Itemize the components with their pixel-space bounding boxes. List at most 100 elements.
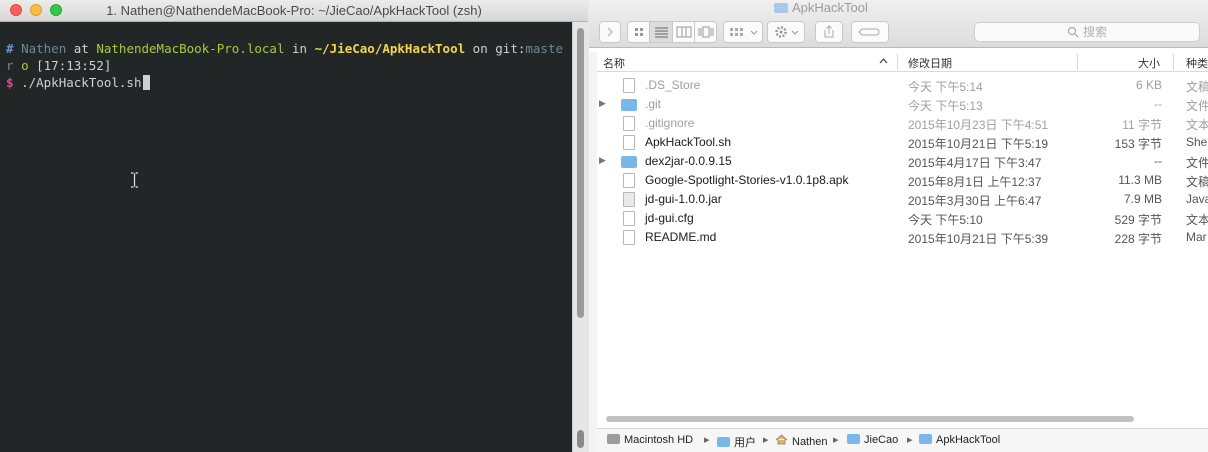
path-item-users[interactable]: 用户 [717,434,756,450]
document-icon [623,173,635,188]
prompt-hash: # [6,41,14,56]
chevron-right-icon [607,27,613,37]
grid-icon [635,28,643,36]
terminal-output[interactable]: # Nathen at NathendeMacBook-Pro.local in… [0,22,572,452]
prompt-on: on [472,41,488,56]
coverflow-view-button[interactable] [695,22,717,42]
file-date: 今天 下午5:13 [908,99,983,113]
disclosure-triangle-icon[interactable]: ▶ [599,98,606,109]
finder-left-edge [589,52,597,452]
file-kind: 文本 [1186,213,1208,227]
file-date: 2015年4月17日 下午3:47 [908,156,1042,170]
home-icon [775,434,788,448]
file-date: 2015年10月21日 下午5:39 [908,232,1049,246]
file-date: 今天 下午5:14 [908,80,983,94]
file-row[interactable]: jd-gui.cfg 今天 下午5:10 529 字节 文本 [597,209,1208,228]
coverflow-icon [698,26,714,38]
search-placeholder: 搜索 [1082,25,1107,39]
share-icon [824,25,834,38]
terminal-title: 1. Nathen@NathendeMacBook-Pro: ~/JieCao/… [106,3,482,18]
terminal-scrollbar[interactable] [572,22,588,452]
path-item-macintosh-hd[interactable]: Macintosh HD [607,434,693,446]
ibeam-cursor-icon [131,172,138,188]
terminal-scroll-thumb[interactable] [577,28,584,318]
file-row[interactable]: ▶ dex2jar-0.0.9.15 2015年4月17日 下午3:47 -- 文件 [597,152,1208,171]
file-date: 今天 下午5:10 [908,213,983,227]
horizontal-scroll-thumb[interactable] [606,416,1134,422]
horizontal-scrollbar[interactable] [596,416,1208,423]
column-header-size[interactable]: 大小 [1138,55,1160,71]
file-kind: 文本 [1186,118,1208,132]
file-size: 11.3 MB [1118,173,1162,187]
search-field[interactable]: 搜索 [974,22,1200,42]
path-item-apkhacktool[interactable]: ApkHackTool [919,434,1000,446]
columns-icon [676,26,692,38]
terminal-titlebar[interactable]: 1. Nathen@NathendeMacBook-Pro: ~/JieCao/… [0,0,588,22]
folder-icon [774,3,788,13]
path-separator-icon: ▸ [763,434,769,446]
finder-window: ApkHackTool 搜索 名称 修改日期 大小 种类 .DS_Store 今… [589,0,1208,452]
column-divider[interactable] [1173,54,1174,70]
document-icon [623,78,635,93]
file-row[interactable]: Google-Spotlight-Stories-v1.0.1p8.apk 201… [597,171,1208,190]
hard-drive-icon [607,434,620,444]
document-icon [623,135,635,150]
column-header-name[interactable]: 名称 [603,55,625,71]
document-icon [623,211,635,226]
file-name: dex2jar-0.0.9.15 [645,154,732,168]
arrange-button[interactable] [723,21,763,43]
file-name: .DS_Store [645,78,701,92]
tags-button[interactable] [851,21,889,43]
finder-title: ApkHackTool [774,0,868,16]
path-item-home[interactable]: Nathen [775,434,827,448]
file-row[interactable]: .gitignore 2015年10月23日 下午4:51 11 字节 文本 [597,114,1208,133]
column-view-button[interactable] [673,22,695,42]
jar-file-icon [623,192,635,207]
column-divider[interactable] [897,54,898,70]
column-header-date[interactable]: 修改日期 [908,55,952,71]
file-kind: 文件 [1186,156,1208,170]
file-name: .git [645,97,662,111]
column-header-kind[interactable]: 种类 [1186,55,1208,71]
text-cursor [143,75,151,90]
column-divider[interactable] [1077,54,1078,70]
file-size: 228 字节 [1114,232,1162,246]
path-item-jiecao[interactable]: JieCao [847,434,898,446]
gear-icon [775,26,799,38]
terminal-scroll-bottom[interactable] [577,430,584,448]
finder-titlebar[interactable]: ApkHackTool 搜索 [589,0,1208,48]
terminal-window: 1. Nathen@NathendeMacBook-Pro: ~/JieCao/… [0,0,588,452]
file-date: 2015年8月1日 上午12:37 [908,175,1042,189]
list-icon [655,27,668,38]
file-name: ApkHackTool.sh [645,135,732,149]
sort-chevron-icon [879,58,888,64]
disclosure-triangle-icon[interactable]: ▶ [599,155,606,166]
prompt-time: [17:13:52] [36,58,112,73]
file-row[interactable]: .DS_Store 今天 下午5:14 6 KB 文稿 [597,76,1208,95]
file-size: -- [1154,97,1162,111]
file-row[interactable]: ApkHackTool.sh 2015年10月21日 下午5:19 153 字节 Sh… [597,133,1208,152]
arrange-icon [730,28,758,36]
path-bar: Macintosh HD ▸ 用户 ▸ Nathen ▸ JieCao ▸ Ap… [597,428,1208,452]
file-kind: 文稿 [1186,80,1208,94]
column-headers: 名称 修改日期 大小 种类 [597,52,1208,72]
file-row[interactable]: ▶ .git 今天 下午5:13 -- 文件 [597,95,1208,114]
share-button[interactable] [815,21,843,43]
icon-view-button[interactable] [628,22,650,42]
file-list: .DS_Store 今天 下午5:14 6 KB 文稿 ▶ .git 今天 下午5:13 --… [597,76,1208,247]
path-separator-icon: ▸ [907,434,913,446]
file-size: -- [1154,154,1162,168]
view-switcher[interactable] [627,21,717,43]
path-separator-icon: ▸ [704,434,710,446]
file-kind: Java [1186,192,1208,206]
forward-button[interactable] [599,21,621,43]
file-row[interactable]: README.md 2015年10月21日 下午5:39 228 字节 Mar [597,228,1208,247]
file-row[interactable]: jd-gui-1.0.0.jar 2015年3月30日 上午6:47 7.9 MB J… [597,190,1208,209]
path-item-label: ApkHackTool [936,434,1001,446]
file-name: jd-gui.cfg [645,211,694,225]
path-item-label: 用户 [734,437,756,449]
action-button[interactable] [767,21,805,43]
file-size: 7.9 MB [1123,192,1162,206]
list-view-button[interactable] [650,22,673,42]
file-kind: Shel [1186,135,1208,149]
